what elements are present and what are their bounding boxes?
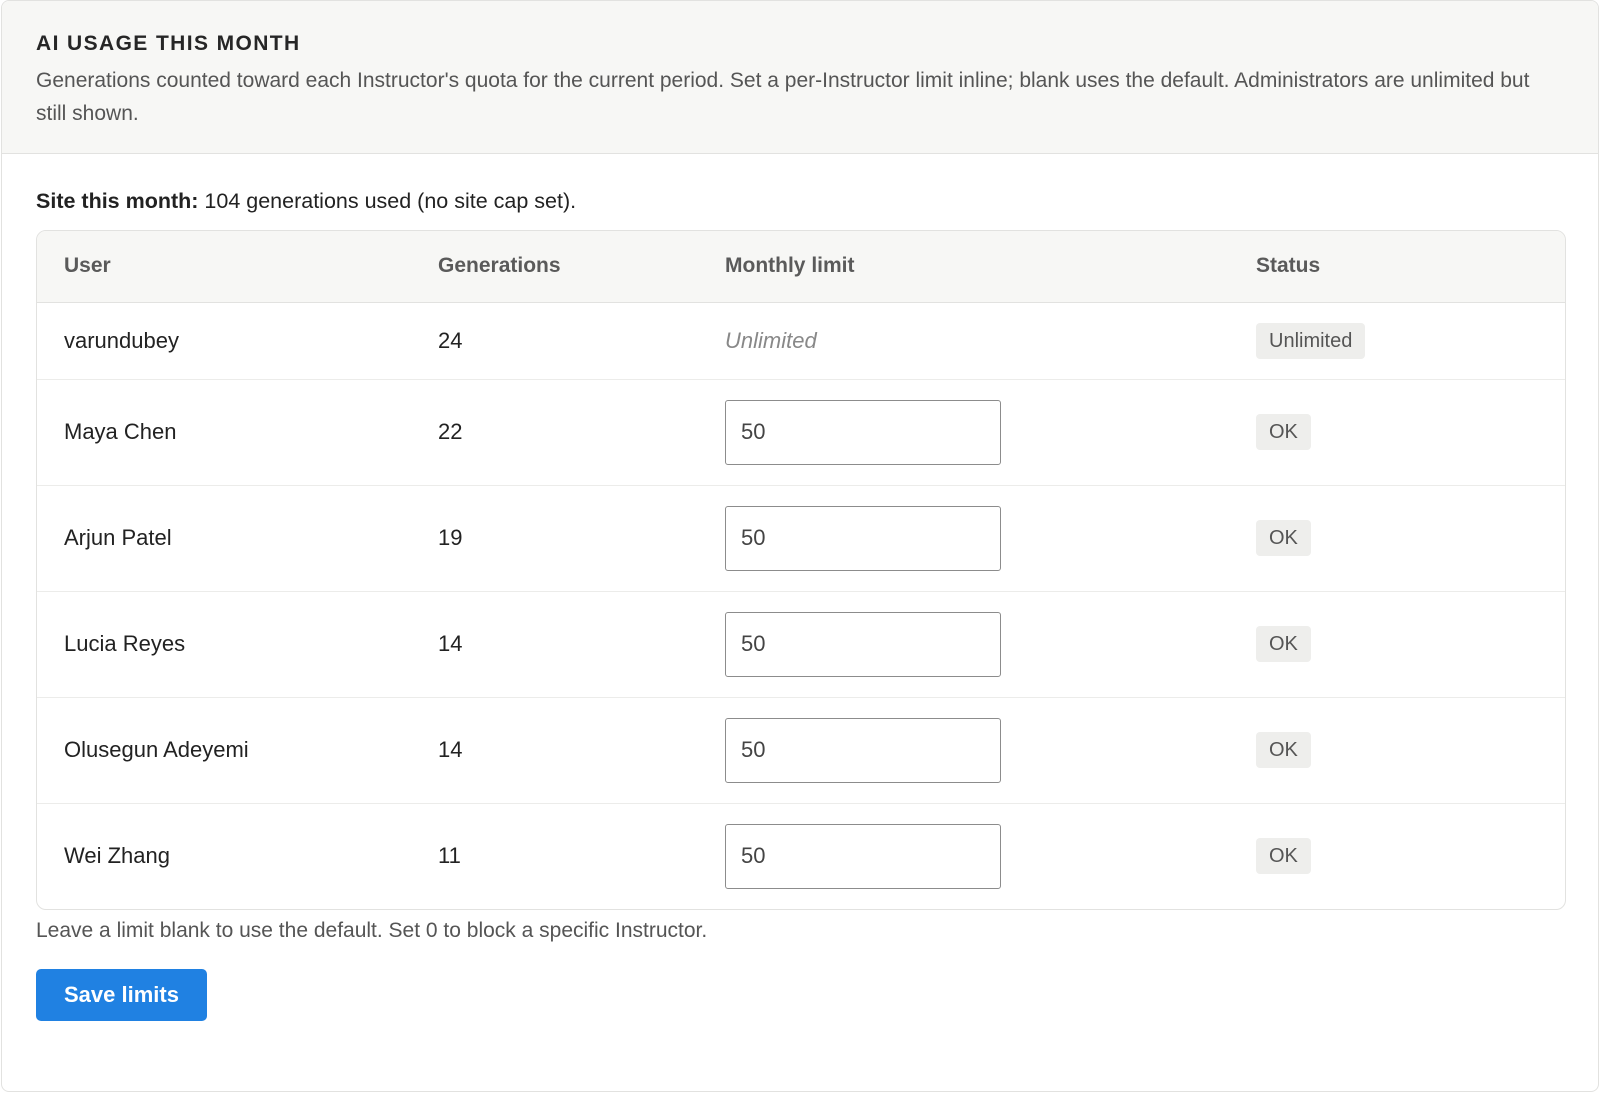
table-row: Maya Chen 22 OK bbox=[37, 379, 1565, 486]
monthly-limit-input[interactable] bbox=[725, 611, 1001, 677]
monthly-limit-input[interactable] bbox=[725, 717, 1001, 783]
site-summary: Site this month: 104 generations used (n… bbox=[36, 187, 1564, 215]
monthly-limit-cell bbox=[725, 485, 1256, 592]
monthly-limit-cell bbox=[725, 379, 1256, 486]
ai-usage-card: AI USAGE THIS MONTH Generations counted … bbox=[1, 0, 1599, 1092]
monthly-limit-input[interactable] bbox=[725, 505, 1001, 571]
generations-count: 11 bbox=[438, 843, 461, 869]
status-badge: OK bbox=[1256, 520, 1311, 556]
generations-count: 22 bbox=[438, 379, 725, 486]
status-cell: OK bbox=[1256, 591, 1565, 698]
column-header-status: Status bbox=[1256, 231, 1565, 303]
monthly-limit-cell: Unlimited bbox=[725, 302, 1256, 380]
user-name: Maya Chen bbox=[37, 379, 438, 486]
status-badge: Unlimited bbox=[1256, 322, 1366, 359]
table-header: User Generations Monthly limit Status bbox=[37, 231, 1565, 303]
monthly-limit-cell bbox=[725, 697, 1256, 804]
status-cell: Unlimited bbox=[1256, 302, 1565, 380]
card-description: Generations counted toward each Instruct… bbox=[36, 69, 1530, 125]
user-name: varundubey bbox=[37, 302, 438, 380]
user-name: Wei Zhang bbox=[64, 843, 170, 869]
user-name: Olusegun Adeyemi bbox=[37, 697, 438, 804]
card-body: Site this month: 104 generations used (n… bbox=[2, 187, 1598, 1021]
monthly-limit-input[interactable] bbox=[725, 399, 1001, 465]
generations-count: 24 bbox=[438, 302, 725, 380]
user-name: Arjun Patel bbox=[37, 485, 438, 592]
table-row: varundubey 24 Unlimited Unlimited bbox=[37, 302, 1565, 380]
card-title: AI USAGE THIS MONTH bbox=[36, 32, 301, 55]
unlimited-limit-text: Unlimited bbox=[725, 327, 817, 353]
status-cell: OK bbox=[1256, 803, 1565, 909]
table-row: Wei Zhang 11 OK bbox=[37, 803, 1565, 909]
table-row: Arjun Patel 19 OK bbox=[37, 485, 1565, 592]
column-header-generations: Generations bbox=[438, 231, 725, 303]
table-row: Lucia Reyes 14 OK bbox=[37, 591, 1565, 698]
monthly-limit-cell bbox=[725, 591, 1256, 698]
monthly-limit-cell bbox=[725, 803, 1256, 909]
usage-table-container: User Generations Monthly limit Status va… bbox=[36, 230, 1566, 910]
site-summary-text: 104 generations used (no site cap set). bbox=[198, 189, 577, 213]
status-cell: OK bbox=[1256, 379, 1565, 486]
status-badge: OK bbox=[1256, 732, 1311, 768]
generations-count: 14 bbox=[438, 591, 725, 698]
status-cell: OK bbox=[1256, 697, 1565, 804]
generations-count: 14 bbox=[438, 697, 725, 804]
help-text: Leave a limit blank to use the default. … bbox=[36, 919, 708, 942]
table-row: Olusegun Adeyemi 14 OK bbox=[37, 697, 1565, 804]
site-summary-label: Site this month: bbox=[36, 189, 199, 213]
column-header-monthly-limit: Monthly limit bbox=[725, 231, 1256, 303]
user-name: Lucia Reyes bbox=[37, 591, 438, 698]
table-body: varundubey 24 Unlimited Unlimited Maya C… bbox=[37, 302, 1565, 909]
status-cell: OK bbox=[1256, 485, 1565, 592]
save-limits-button[interactable]: Save limits bbox=[36, 969, 207, 1021]
status-badge: OK bbox=[1256, 626, 1311, 662]
card-header: AI USAGE THIS MONTH Generations counted … bbox=[2, 1, 1598, 154]
status-badge: OK bbox=[1256, 414, 1311, 450]
table-header-row: User Generations Monthly limit Status bbox=[37, 231, 1565, 303]
generations-count: 19 bbox=[438, 485, 725, 592]
column-header-user: User bbox=[37, 231, 438, 303]
usage-table: User Generations Monthly limit Status va… bbox=[37, 231, 1565, 909]
status-badge: OK bbox=[1256, 838, 1311, 875]
monthly-limit-input[interactable] bbox=[725, 823, 1001, 889]
